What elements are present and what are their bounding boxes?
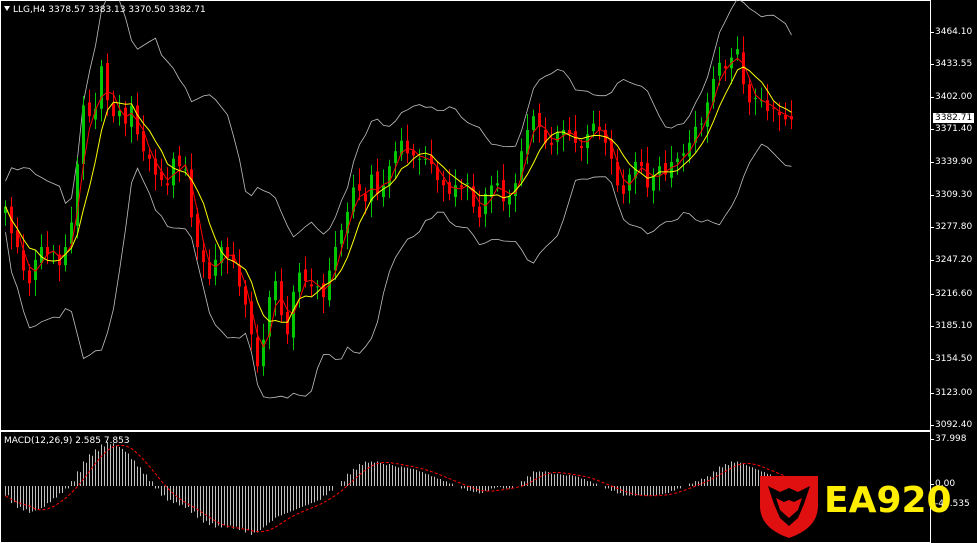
candle-body [460, 185, 463, 188]
upper-bollinger-band [5, 0, 792, 238]
slow-moving-average-line [5, 66, 792, 323]
candle-body [442, 180, 445, 186]
candle-body [274, 281, 277, 301]
candle-body [88, 102, 91, 117]
price-tick-label: 3277.80 [930, 222, 973, 232]
candle-body [622, 185, 625, 194]
macd-tick-label: 37.998 [931, 434, 967, 444]
candle-body [148, 154, 151, 159]
symbol-ohlc-readout: LLG,H4 3378.57 3383.13 3370.50 3382.71 [13, 5, 206, 15]
price-tick-label: 3402.00 [930, 92, 973, 102]
macd-label: MACD(12,26,9) 2.585 7.853 [4, 436, 130, 446]
candle-body [682, 153, 685, 156]
candle-body [580, 145, 583, 149]
candle-body [100, 66, 103, 109]
candle-body [454, 185, 457, 198]
price-tick-label: 3185.10 [930, 321, 973, 331]
candle-body [550, 142, 553, 145]
candle-body [718, 62, 721, 76]
candle-body [166, 183, 169, 186]
chart-canvas [4, 0, 807, 535]
current-price-marker: 3382.71 [933, 113, 975, 123]
logo-text: EA920 [824, 480, 952, 521]
price-axis[interactable]: 3464.10 3433.55 3402.00 3371.40 3339.90 3309.… [930, 0, 977, 431]
candle-body [292, 291, 295, 338]
candle-body [418, 158, 421, 160]
candle-body [424, 158, 427, 160]
candle-body [466, 183, 469, 185]
candle-body [646, 163, 649, 188]
candle-body [640, 161, 643, 167]
candle-body [376, 171, 379, 194]
candle-body [478, 206, 481, 218]
candle-body [358, 184, 361, 191]
price-tick-label: 3339.90 [930, 157, 973, 167]
candle-body [64, 247, 67, 266]
candle-body [178, 155, 181, 167]
candle-body [250, 301, 253, 335]
candle-body [784, 115, 787, 120]
candle-body [208, 261, 211, 280]
fast-moving-average-line [5, 57, 792, 348]
candle-body [172, 158, 175, 186]
price-tick-label: 3216.60 [930, 289, 973, 299]
candle-body [724, 66, 727, 69]
candle-body [754, 98, 757, 100]
candle-body [748, 84, 751, 103]
chart-title[interactable]: LLG,H4 3378.57 3383.13 3370.50 3382.71 [4, 5, 206, 15]
candle-body [214, 259, 217, 276]
candle-body [370, 174, 373, 202]
candle-body [298, 272, 301, 292]
candle-body [700, 123, 703, 125]
candle-body [310, 284, 313, 287]
candle-body [532, 116, 535, 131]
candle-body [106, 62, 109, 101]
candle-body [190, 169, 193, 218]
candle-body [736, 49, 739, 55]
candle-body [364, 193, 367, 202]
candle-body [130, 105, 133, 127]
price-tick-label: 3433.55 [930, 59, 973, 69]
candle-body [118, 110, 121, 117]
price-tick-label: 3371.40 [930, 124, 973, 134]
candle-body [592, 123, 595, 132]
candle-body [256, 337, 259, 367]
candle-body [304, 269, 307, 282]
price-tick-label: 3154.50 [930, 354, 973, 364]
dropdown-arrow-icon[interactable] [4, 6, 10, 11]
candle-body [382, 185, 385, 198]
candle-body [340, 230, 343, 244]
candle-body [766, 100, 769, 111]
candle-body [496, 183, 499, 186]
candle-body [676, 158, 679, 162]
candle-body [658, 166, 661, 175]
lower-bollinger-band [5, 143, 792, 399]
candle-body [112, 103, 115, 117]
candle-body [508, 195, 511, 205]
candle-body [406, 140, 409, 154]
candle-body [394, 151, 397, 164]
price-tick-label: 3309.30 [930, 190, 973, 200]
price-tick-label: 3247.20 [930, 255, 973, 265]
candle-body [202, 250, 205, 262]
candle-body [742, 52, 745, 85]
candle-body [670, 161, 673, 178]
price-tick-label: 3092.40 [930, 420, 973, 430]
candle-body [316, 286, 319, 288]
candle-body [28, 270, 31, 284]
price-tick-label: 3123.00 [930, 388, 973, 398]
price-tick-label: 3464.10 [930, 27, 973, 37]
candle-body [286, 311, 289, 335]
